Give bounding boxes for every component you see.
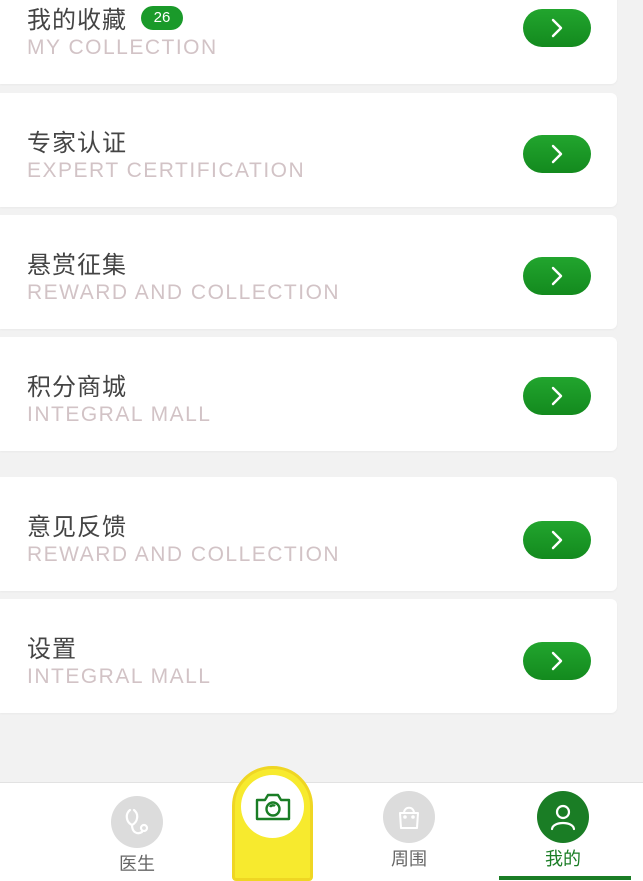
menu-item-title: 积分商城	[27, 373, 127, 401]
tab-label: 我的	[545, 849, 581, 870]
chevron-right-icon	[551, 18, 563, 38]
chevron-right-button[interactable]	[523, 135, 591, 173]
chevron-right-icon	[551, 266, 563, 286]
stethoscope-icon	[111, 796, 163, 848]
menu-item-title: 悬赏征集	[27, 251, 127, 279]
menu-item-subtitle: INTEGRAL MALL	[27, 665, 212, 688]
menu-item-subtitle: EXPERT CERTIFICATION	[27, 159, 306, 182]
camera-button[interactable]	[232, 766, 313, 881]
menu-item-subtitle: MY COLLECTION	[27, 36, 218, 59]
menu-item-settings[interactable]: 设置 INTEGRAL MALL	[0, 599, 617, 713]
chevron-right-icon	[551, 144, 563, 164]
chevron-right-button[interactable]	[523, 9, 591, 47]
menu-item-subtitle: INTEGRAL MALL	[27, 403, 212, 426]
chevron-right-button[interactable]	[523, 642, 591, 680]
menu-item-feedback[interactable]: 意见反馈 REWARD AND COLLECTION	[0, 477, 617, 591]
tab-label: 医生	[119, 854, 155, 875]
active-tab-indicator	[499, 876, 631, 880]
chevron-right-button[interactable]	[523, 257, 591, 295]
user-icon	[537, 791, 589, 843]
chevron-right-icon	[551, 530, 563, 550]
menu-item-title: 意见反馈	[27, 513, 127, 541]
tab-label: 周围	[391, 849, 427, 870]
tab-mine[interactable]: 我的	[537, 791, 589, 871]
menu-item-title: 我的收藏	[27, 6, 127, 34]
count-badge: 26	[141, 5, 183, 30]
menu-item-subtitle: REWARD AND COLLECTION	[27, 281, 341, 304]
menu-item-expert-certification[interactable]: 专家认证 EXPERT CERTIFICATION	[0, 93, 617, 207]
menu-item-integral-mall[interactable]: 积分商城 INTEGRAL MALL	[0, 337, 617, 451]
tab-doctor[interactable]: 医生	[111, 796, 163, 876]
tab-nearby[interactable]: 周围	[383, 791, 435, 871]
chevron-right-button[interactable]	[523, 521, 591, 559]
camera-icon	[241, 775, 304, 838]
menu-item-title: 专家认证	[27, 129, 127, 157]
menu-item-subtitle: REWARD AND COLLECTION	[27, 543, 341, 566]
menu-item-reward-collection[interactable]: 悬赏征集 REWARD AND COLLECTION	[0, 215, 617, 329]
menu-item-title: 设置	[27, 635, 77, 663]
chevron-right-icon	[551, 651, 563, 671]
bottom-nav: 医生 周围 我的	[0, 782, 643, 881]
chevron-right-icon	[551, 386, 563, 406]
shopping-bag-icon	[383, 791, 435, 843]
chevron-right-button[interactable]	[523, 377, 591, 415]
menu-item-my-collection[interactable]: 我的收藏 26 MY COLLECTION	[0, 0, 617, 84]
